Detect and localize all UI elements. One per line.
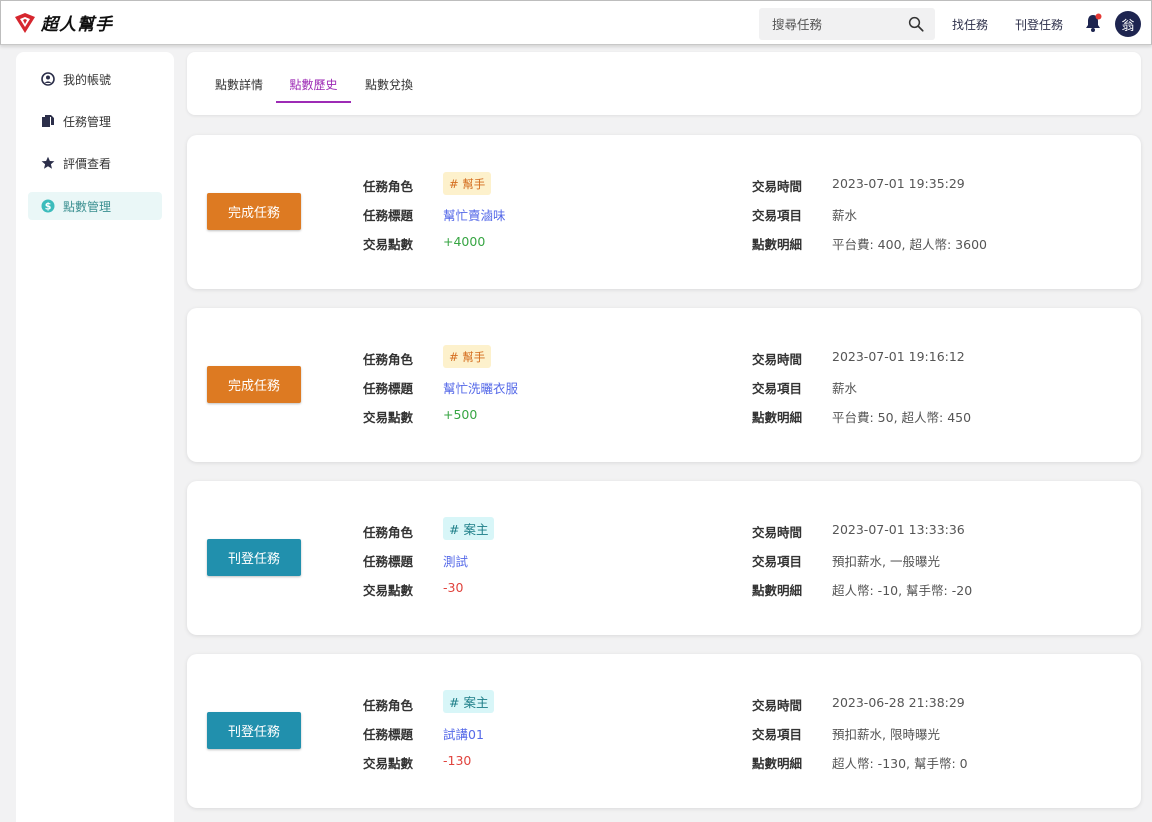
time-value: 2023-07-01 19:35:29 (832, 176, 965, 191)
tab-points-exchange[interactable]: 點數兌換 (364, 76, 414, 103)
item-label: 交易項目 (752, 381, 803, 396)
time-value: 2023-07-01 19:16:12 (832, 349, 965, 364)
sidebar-item-label: 任務管理 (63, 114, 112, 129)
transaction-card: 刊登任務 任務角色 # 案主 任務標題 測試 交易點數 -30 交易時間 202… (187, 481, 1141, 635)
time-label: 交易時間 (752, 525, 803, 540)
title-label: 任務標題 (363, 381, 414, 396)
tab-points-detail[interactable]: 點數詳情 (214, 76, 264, 103)
task-title-link[interactable]: 測試 (443, 551, 468, 570)
role-tag: # 案主 (443, 690, 495, 713)
search-icon[interactable] (907, 15, 925, 33)
item-value: 薪水 (832, 208, 858, 223)
role-label: 任務角色 (363, 698, 414, 713)
bell-icon[interactable] (1084, 13, 1102, 33)
points-value: +500 (443, 407, 478, 422)
dollar-circle-icon: $ (41, 199, 55, 213)
transaction-type-button[interactable]: 完成任務 (207, 193, 301, 230)
sidebar: 我的帳號 任務管理 評價查看 $ 點數管理 (16, 52, 174, 822)
time-value: 2023-07-01 13:33:36 (832, 522, 965, 537)
sidebar-item-label: 評價查看 (63, 156, 112, 171)
transaction-type-button[interactable]: 刊登任務 (207, 539, 301, 576)
points-value: -130 (443, 753, 472, 768)
role-label: 任務角色 (363, 525, 414, 540)
top-navigation-bar: 超人幫手 找任務 刊登任務 翁 (0, 0, 1152, 45)
title-label: 任務標題 (363, 208, 414, 223)
time-label: 交易時間 (752, 179, 803, 194)
detail-label: 點數明細 (752, 756, 803, 771)
logo[interactable]: 超人幫手 (13, 10, 113, 35)
user-circle-icon (41, 72, 55, 86)
transaction-card: 完成任務 任務角色 # 幫手 任務標題 幫忙賣滷味 交易點數 +4000 交易時… (187, 135, 1141, 289)
sidebar-item-points-management[interactable]: $ 點數管理 (28, 192, 162, 220)
logo-icon (15, 12, 35, 33)
detail-value: 平台費: 50, 超人幣: 450 (832, 410, 972, 425)
transaction-card: 刊登任務 任務角色 # 案主 任務標題 試講01 交易點數 -130 交易時間 … (187, 654, 1141, 808)
star-icon (41, 156, 55, 170)
detail-label: 點數明細 (752, 583, 803, 598)
documents-icon (41, 114, 55, 128)
transaction-type-button[interactable]: 刊登任務 (207, 712, 301, 749)
role-tag: # 幫手 (443, 172, 492, 195)
nav-post-task-link[interactable]: 刊登任務 (1015, 16, 1063, 33)
svg-text:$: $ (45, 202, 52, 213)
points-label: 交易點數 (363, 237, 414, 252)
transaction-card: 完成任務 任務角色 # 幫手 任務標題 幫忙洗曬衣服 交易點數 +500 交易時… (187, 308, 1141, 462)
task-title-link[interactable]: 幫忙洗曬衣服 (443, 378, 518, 397)
search-box (759, 8, 935, 40)
time-label: 交易時間 (752, 352, 803, 367)
search-input[interactable] (759, 8, 899, 40)
role-tag: # 幫手 (443, 345, 492, 368)
nav-find-task-link[interactable]: 找任務 (952, 16, 988, 33)
sidebar-item-reviews[interactable]: 評價查看 (28, 149, 162, 177)
item-label: 交易項目 (752, 727, 803, 742)
sidebar-item-label: 點數管理 (63, 199, 112, 214)
sidebar-item-task-management[interactable]: 任務管理 (28, 107, 162, 135)
transaction-type-button[interactable]: 完成任務 (207, 366, 301, 403)
detail-value: 超人幣: -10, 幫手幣: -20 (832, 583, 973, 598)
sidebar-item-label: 我的帳號 (63, 72, 112, 87)
task-title-link[interactable]: 試講01 (443, 724, 484, 743)
item-label: 交易項目 (752, 208, 803, 223)
role-label: 任務角色 (363, 179, 414, 194)
points-tabs: 點數詳情 點數歷史 點數兌換 (187, 52, 1141, 115)
points-label: 交易點數 (363, 583, 414, 598)
tab-points-history[interactable]: 點數歷史 (276, 76, 351, 103)
detail-label: 點數明細 (752, 410, 803, 425)
points-label: 交易點數 (363, 756, 414, 771)
detail-label: 點數明細 (752, 237, 803, 252)
time-label: 交易時間 (752, 698, 803, 713)
task-title-link[interactable]: 幫忙賣滷味 (443, 205, 506, 224)
item-value: 預扣薪水, 限時曝光 (832, 727, 940, 742)
detail-value: 平台費: 400, 超人幣: 3600 (832, 237, 987, 252)
notification-dot (1095, 13, 1102, 20)
item-label: 交易項目 (752, 554, 803, 569)
sidebar-item-my-account[interactable]: 我的帳號 (28, 65, 162, 93)
role-label: 任務角色 (363, 352, 414, 367)
title-label: 任務標題 (363, 554, 414, 569)
title-label: 任務標題 (363, 727, 414, 742)
item-value: 薪水 (832, 381, 858, 396)
item-value: 預扣薪水, 一般曝光 (832, 554, 940, 569)
avatar[interactable]: 翁 (1115, 11, 1141, 37)
points-value: +4000 (443, 234, 486, 249)
points-label: 交易點數 (363, 410, 414, 425)
logo-text: 超人幫手 (41, 15, 113, 35)
points-value: -30 (443, 580, 464, 595)
time-value: 2023-06-28 21:38:29 (832, 695, 965, 710)
role-tag: # 案主 (443, 517, 495, 540)
detail-value: 超人幣: -130, 幫手幣: 0 (832, 756, 968, 771)
